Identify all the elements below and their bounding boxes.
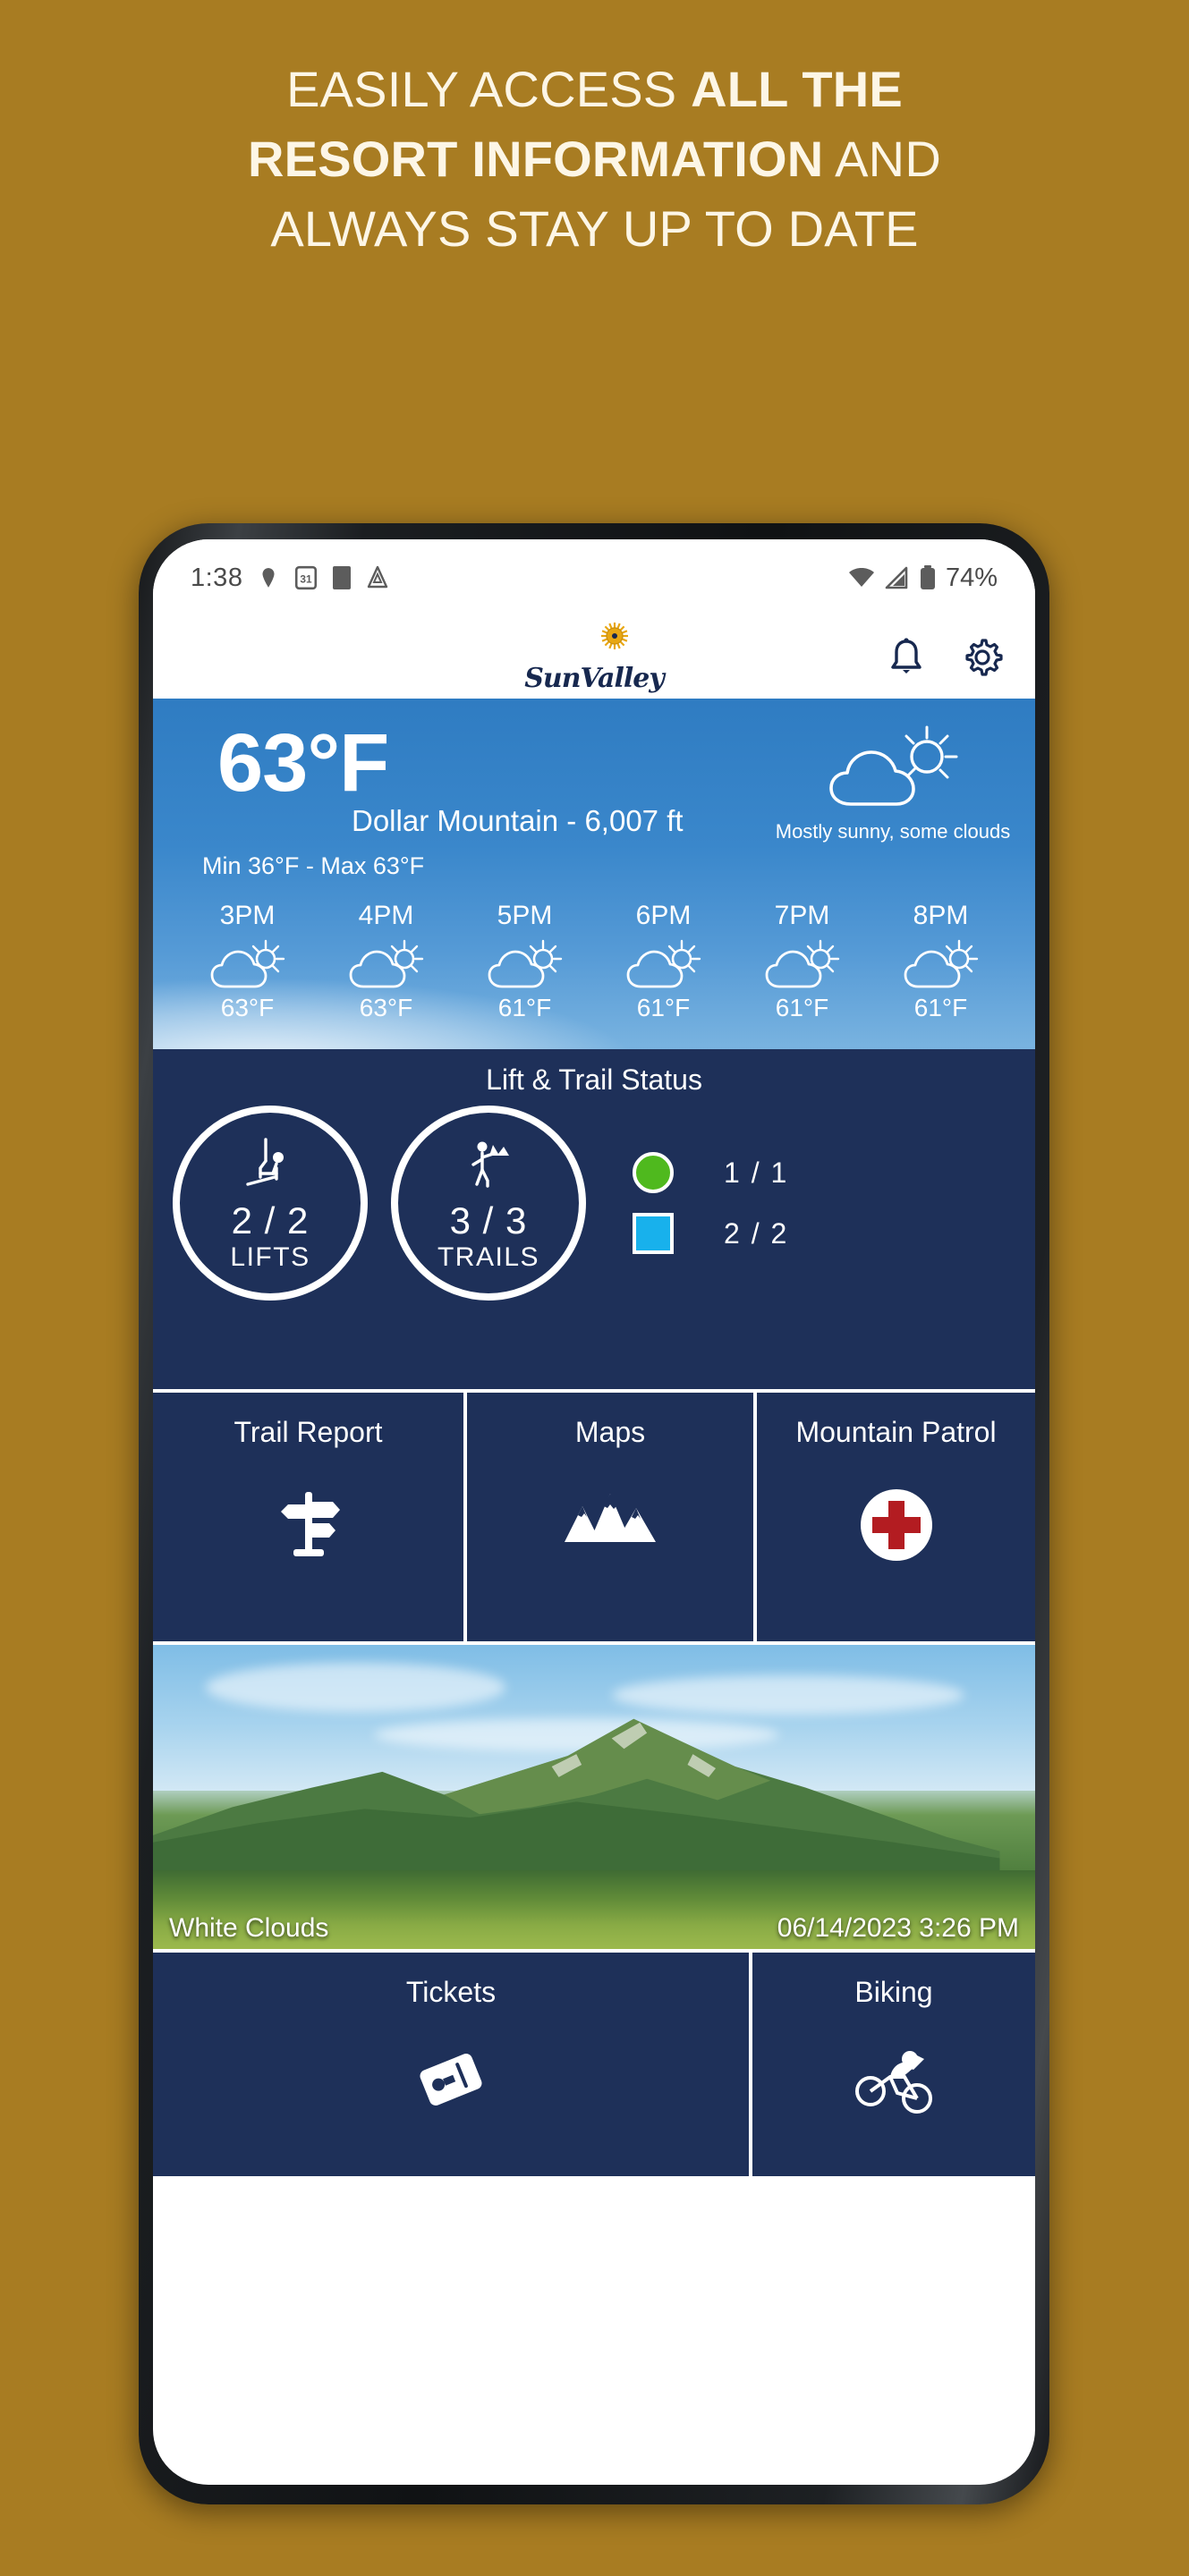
promo-line-2: RESORT INFORMATION AND [0, 134, 1189, 184]
sun-valley-wordmark: SunValley [524, 662, 665, 694]
partly-cloudy-icon [455, 938, 594, 992]
phone-screen: 1:38 31 74% SunValley 63°F Dollar Mounta… [153, 539, 1035, 2485]
green-trails-count: 1 / 1 [724, 1156, 789, 1189]
weather-location: Dollar Mountain - 6,007 ft [352, 804, 684, 837]
hour-time: 4PM [358, 901, 414, 930]
chairlift-icon [239, 1133, 301, 1198]
tile-mountain-patrol[interactable]: Mountain Patrol [757, 1393, 1035, 1641]
promo-line-1: EASILY ACCESS ALL THE [0, 64, 1189, 114]
partly-cloudy-icon [178, 938, 317, 992]
tile-label: Biking [854, 1976, 933, 2008]
drive-icon [366, 565, 389, 590]
hourly-forecast-item: 6PM 61°F [594, 901, 733, 1022]
tile-maps[interactable]: Maps [467, 1393, 753, 1641]
promo-headline: EASILY ACCESS ALL THE RESORT INFORMATION… [0, 64, 1189, 274]
hour-time: 7PM [774, 901, 830, 930]
lifts-open-count: 2 / 2 [231, 1199, 310, 1241]
settings-gear-icon[interactable] [962, 637, 1003, 678]
tile-label: Maps [574, 1416, 646, 1448]
legend-row-green: 1 / 1 [633, 1152, 788, 1193]
tile-label: Mountain Patrol [795, 1416, 997, 1448]
hour-time: 5PM [497, 901, 553, 930]
promo-line-3: ALWAYS STAY UP TO DATE [270, 200, 919, 257]
tile-row-secondary: Tickets Biking [153, 1949, 1035, 2176]
hour-time: 3PM [219, 901, 276, 930]
battery-icon [920, 565, 936, 590]
webcam-name: White Clouds [169, 1913, 329, 1943]
promo-line-2-plain: AND [823, 131, 941, 187]
tile-biking[interactable]: Biking [752, 1953, 1035, 2176]
notification-bell-icon[interactable] [887, 637, 926, 678]
lift-trail-status-title: Lift & Trail Status [486, 1063, 702, 1096]
lifts-label: LIFTS [230, 1242, 310, 1272]
hour-temperature: 61°F [497, 994, 552, 1021]
hourly-forecast-row: 3PM 63°F 4PM 63°F 5PM 61°F 6PM 61°F 7PM … [153, 901, 1035, 1022]
status-bar-clock: 1:38 [191, 563, 243, 592]
tile-label: Tickets [405, 1976, 497, 2008]
status-bar: 1:38 31 74% [153, 539, 1035, 616]
difficulty-legend: 1 / 1 2 / 2 [633, 1152, 788, 1254]
signal-icon [885, 566, 910, 589]
partly-cloudy-icon [594, 938, 733, 992]
wifi-icon [848, 566, 875, 589]
webcam-timestamp: 06/14/2023 3:26 PM [777, 1913, 1019, 1943]
partly-cloudy-icon [871, 938, 1010, 992]
medical-cross-icon [858, 1487, 935, 1563]
weather-condition-text: Mostly sunny, some clouds [775, 820, 1011, 843]
lifts-status-circle[interactable]: 2 / 2 LIFTS [173, 1106, 368, 1301]
webcam-mountain-silhouette [153, 1718, 1000, 1879]
ticket-icon [411, 2046, 491, 2113]
hourly-forecast-item: 7PM 61°F [733, 901, 871, 1022]
lift-trail-status-panel[interactable]: Lift & Trail Status 2 / 2 LIFTS 3 / 3 TR… [153, 1049, 1035, 1389]
hiker-icon [457, 1133, 520, 1198]
app-header: SunValley [153, 616, 1035, 699]
sun-valley-logo[interactable]: SunValley [500, 622, 688, 694]
signpost-icon [270, 1487, 347, 1563]
tile-row-primary: Trail Report Maps Mountain Patrol [153, 1389, 1035, 1641]
hour-temperature: 61°F [775, 994, 829, 1021]
hourly-forecast-item: 3PM 63°F [178, 901, 317, 1022]
promo-line-1-plain: EASILY ACCESS [286, 61, 692, 117]
green-circle-icon [633, 1152, 674, 1193]
trails-status-circle[interactable]: 3 / 3 TRAILS [391, 1106, 586, 1301]
webcam-panel[interactable]: White Clouds 06/14/2023 3:26 PM [153, 1645, 1035, 1949]
phone-device-frame: 1:38 31 74% SunValley 63°F Dollar Mounta… [139, 523, 1049, 2504]
legend-row-blue: 2 / 2 [633, 1213, 788, 1254]
hourly-forecast-item: 4PM 63°F [317, 901, 455, 1022]
app-icon [332, 565, 352, 590]
promo-line-2-bold: RESORT INFORMATION [248, 131, 824, 187]
hour-temperature: 63°F [359, 994, 413, 1021]
trails-open-count: 3 / 3 [449, 1199, 528, 1241]
weather-panel[interactable]: 63°F Dollar Mountain - 6,007 ft Min 36°F… [153, 699, 1035, 1049]
partly-cloudy-icon [317, 938, 455, 992]
tile-trail-report[interactable]: Trail Report [153, 1393, 463, 1641]
hourly-forecast-item: 8PM 61°F [871, 901, 1010, 1022]
blue-square-icon [633, 1213, 674, 1254]
hour-temperature: 63°F [220, 994, 275, 1021]
battery-percentage: 74% [945, 563, 998, 592]
tile-tickets[interactable]: Tickets [153, 1953, 749, 2176]
hour-time: 6PM [635, 901, 692, 930]
promo-line-1-bold: ALL THE [691, 61, 903, 117]
hour-temperature: 61°F [913, 994, 968, 1021]
mountains-icon [561, 1487, 659, 1558]
cyclist-icon [851, 2046, 937, 2116]
webcam-caption: White Clouds 06/14/2023 3:26 PM [153, 1913, 1035, 1944]
hour-time: 8PM [913, 901, 969, 930]
partly-cloudy-icon [733, 938, 871, 992]
partly-cloudy-icon [829, 725, 958, 806]
location-icon [257, 566, 280, 589]
hourly-forecast-item: 5PM 61°F [455, 901, 594, 1022]
hour-temperature: 61°F [636, 994, 691, 1021]
trails-label: TRAILS [437, 1242, 540, 1272]
svg-text:31: 31 [301, 572, 313, 585]
tile-label: Trail Report [234, 1416, 383, 1448]
calendar-icon: 31 [294, 565, 318, 590]
current-temperature: 63°F [217, 717, 389, 809]
weather-condition: Mostly sunny, some clouds [774, 724, 1012, 843]
blue-trails-count: 2 / 2 [724, 1216, 789, 1250]
weather-min-max: Min 36°F - Max 63°F [202, 852, 425, 879]
